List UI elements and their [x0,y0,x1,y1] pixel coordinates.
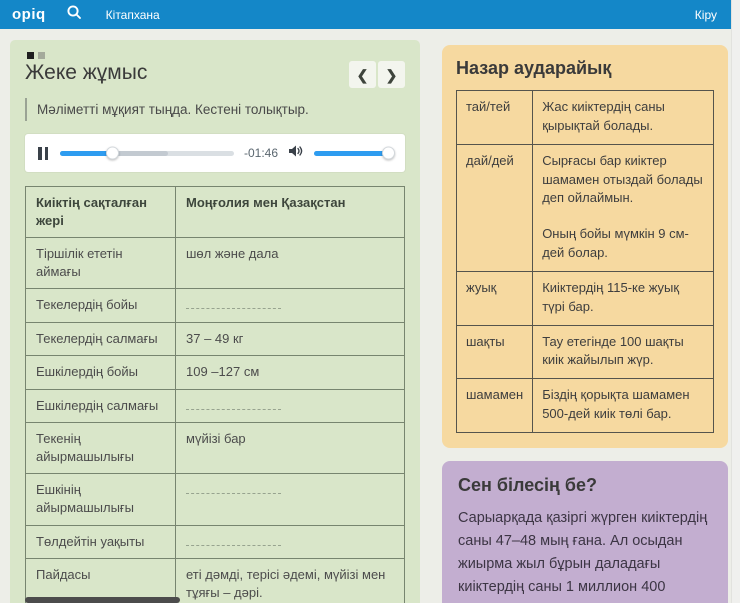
audio-played [60,151,112,156]
slide-dot-1[interactable] [27,52,34,59]
table-row: шамамен Біздің қорықта шамамен 500-дей к… [457,379,714,433]
horizontal-scrollbar-thumb[interactable] [25,597,180,603]
pause-button[interactable] [36,145,50,162]
attention-title: Назар аударайық [456,58,714,79]
table-header-region: Моңғолия мен Қазақстан [176,187,405,238]
volume-button[interactable] [288,144,304,163]
table-row: Тіршілік ететін аймағы шөл және дала [26,238,405,289]
library-link[interactable]: Кітапхана [106,8,160,22]
blank-answer-line [186,399,281,410]
search-button[interactable] [66,4,82,25]
blank-answer-line [186,535,281,546]
audio-player: -01:46 [25,134,405,172]
volume-icon [288,144,304,163]
slide-dot-2[interactable] [38,52,45,59]
next-slide-button[interactable]: ❯ [378,61,405,88]
attention-table: тай/тей Жас киіктердің саны қырықтай бол… [456,90,714,433]
table-row: Төлдейтін уақыты [26,525,405,559]
pause-icon [38,147,42,160]
table-row: Текелердің салмағы 37 – 49 кг [26,322,405,356]
prev-slide-button[interactable]: ❮ [349,61,376,88]
volume-level [314,151,388,156]
table-row: Текелердің бойы [26,289,405,323]
blank-answer-line [186,298,281,309]
task-instruction: Мәліметті мұқият тыңда. Кестені толықтыр… [25,98,405,121]
audio-time-remaining: -01:46 [244,146,278,160]
table-row: тай/тей Жас киіктердің саны қырықтай бол… [457,91,714,145]
table-row: Ешкілердің бойы 109 –127 см [26,356,405,390]
lesson-panel: Жеке жұмыс ❮ ❯ Мәліметті мұқият тыңда. К… [10,40,420,603]
slide-nav: ❮ ❯ [349,61,405,88]
slide-dots [27,52,405,59]
did-you-know-text: Сарыарқада қазіргі жүрген киіктердің сан… [458,507,712,603]
volume-knob[interactable] [382,147,395,160]
audio-progress-knob[interactable] [106,147,119,160]
table-row: Ешкілердің салмағы [26,389,405,423]
volume-slider[interactable] [314,151,394,156]
table-header-place: Киіктің сақталған жері [26,187,176,238]
topbar: opiq Кітапхана Кіру [0,0,731,29]
vertical-scrollbar[interactable] [731,0,740,603]
blank-answer-line [186,483,281,494]
saiga-info-table: Киіктің сақталған жері Моңғолия мен Қаза… [25,186,405,603]
table-row: жуық Киіктердің 115-ке жуық түрі бар. [457,271,714,325]
opiq-logo[interactable]: opiq [12,6,46,23]
page-title: Жеке жұмыс [25,61,147,85]
did-you-know-title: Сен білесің бе? [458,475,712,496]
table-row: Текенің айырмашылығы мүйізі бар [26,423,405,474]
did-you-know-panel: Сен білесің бе? Сарыарқада қазіргі жүрге… [442,461,728,603]
right-column: Назар аударайық тай/тей Жас киіктердің с… [442,45,728,603]
table-row: шақты Тау етегінде 100 шақты киік жайылы… [457,325,714,379]
attention-panel: Назар аударайық тай/тей Жас киіктердің с… [442,45,728,448]
login-link[interactable]: Кіру [695,8,717,22]
table-header-row: Киіктің сақталған жері Моңғолия мен Қаза… [26,187,405,238]
table-row: дай/дей Сырғасы бар киіктер шамамен отыз… [457,144,714,271]
audio-progress-bar[interactable] [60,151,234,156]
table-row: Ешкінің айырмашылығы [26,474,405,525]
search-icon [66,4,82,25]
